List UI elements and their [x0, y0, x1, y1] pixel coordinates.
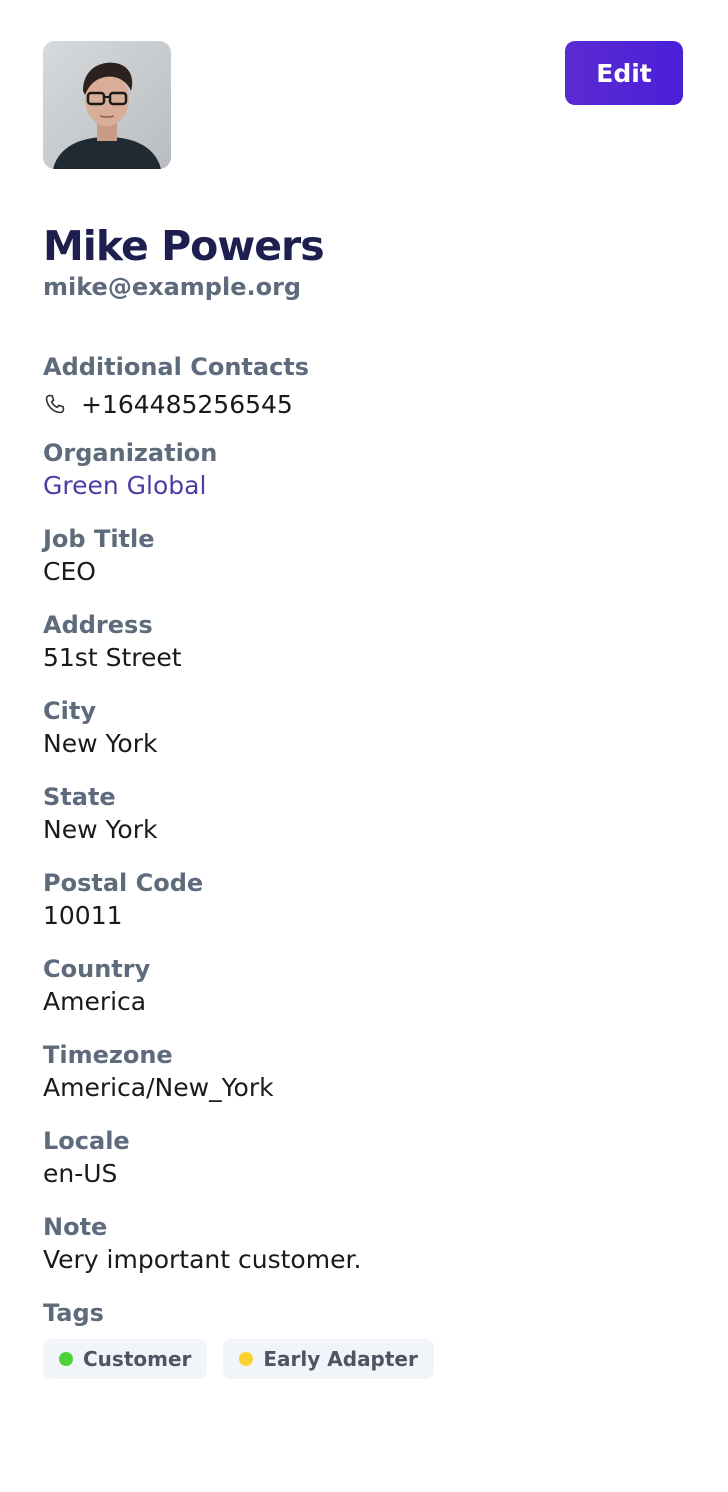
address-field: Address 51st Street: [43, 609, 685, 675]
city-value: New York: [43, 729, 158, 758]
tags-label: Tags: [43, 1299, 104, 1327]
contact-email: mike@example.org: [43, 273, 302, 301]
address-value: 51st Street: [43, 643, 182, 672]
note-field: Note Very important customer.: [43, 1211, 685, 1277]
edit-button[interactable]: Edit: [565, 41, 683, 105]
tag-early-adapter-dot: [239, 1352, 254, 1366]
state-label: State: [43, 783, 116, 811]
tags-field: Tags Customer Early Adapter: [43, 1297, 685, 1379]
job-title-label: Job Title: [43, 525, 155, 553]
timezone-field: Timezone America/New_York: [43, 1039, 685, 1105]
avatar: [43, 41, 171, 169]
state-field: State New York: [43, 781, 685, 847]
organization-link[interactable]: Green Global: [43, 469, 685, 503]
city-field: City New York: [43, 695, 685, 761]
tag-customer[interactable]: Customer: [43, 1339, 208, 1379]
locale-value: en-US: [43, 1159, 118, 1188]
postal-code-field: Postal Code 10011: [43, 867, 685, 933]
postal-code-value: 10011: [43, 901, 123, 930]
job-title-field: Job Title CEO: [43, 523, 685, 589]
note-label: Note: [43, 1213, 108, 1241]
locale-field: Locale en-US: [43, 1125, 685, 1191]
profile-header: Edit: [43, 41, 685, 169]
avatar-photo: [43, 41, 171, 169]
tag-list: Customer Early Adapter: [43, 1339, 685, 1379]
job-title-value: CEO: [43, 557, 96, 586]
phone-icon: [43, 392, 67, 416]
phone-contact: +164485256545: [43, 383, 685, 425]
postal-code-label: Postal Code: [43, 869, 204, 897]
tag-early-adapter[interactable]: Early Adapter: [223, 1339, 434, 1379]
additional-contacts-label: Additional Contacts: [43, 353, 310, 381]
address-label: Address: [43, 611, 153, 639]
tag-customer-dot: [59, 1352, 73, 1366]
note-value: Very important customer.: [43, 1245, 362, 1274]
tag-customer-label: Customer: [83, 1347, 192, 1371]
organization-label: Organization: [43, 439, 218, 467]
country-field: Country America: [43, 953, 685, 1019]
country-value: America: [43, 987, 147, 1016]
city-label: City: [43, 697, 96, 725]
contact-name: Mike Powers: [43, 222, 325, 270]
timezone-value: America/New_York: [43, 1073, 274, 1102]
organization-field: Organization Green Global: [43, 437, 685, 503]
country-label: Country: [43, 955, 151, 983]
state-value: New York: [43, 815, 158, 844]
locale-label: Locale: [43, 1127, 130, 1155]
timezone-label: Timezone: [43, 1041, 173, 1069]
tag-early-adapter-label: Early Adapter: [263, 1347, 418, 1371]
additional-contacts-field: Additional Contacts +164485256545: [43, 351, 685, 425]
contact-detail-card: Edit Mike Powers mike@example.org Additi…: [0, 0, 728, 1492]
phone-number: +164485256545: [81, 389, 293, 419]
